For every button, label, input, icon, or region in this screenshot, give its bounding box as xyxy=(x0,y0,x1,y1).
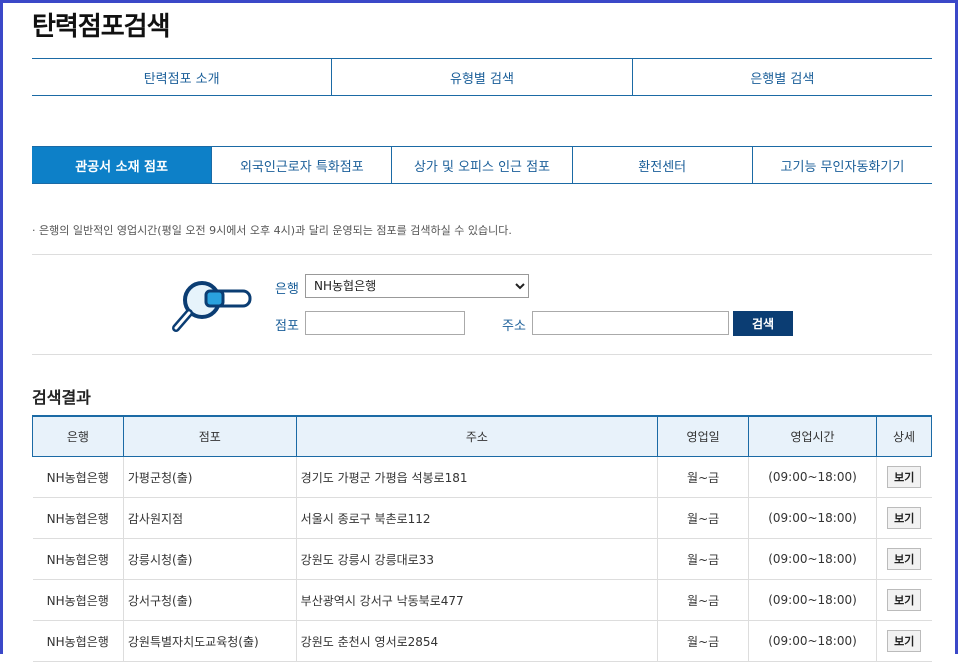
tab-exchange-center[interactable]: 환전센터 xyxy=(573,147,753,183)
col-header-hours: 영업시간 xyxy=(748,415,877,457)
top-nav: 탄력점포 소개 유형별 검색 은행별 검색 xyxy=(32,58,932,96)
tab-advanced-atm[interactable]: 고기능 무인자동화기기 xyxy=(753,147,932,183)
cell-hours: (09:00~18:00) xyxy=(748,538,877,580)
tab-foreign-worker[interactable]: 외국인근로자 특화점포 xyxy=(212,147,393,183)
cell-bank: NH농협은행 xyxy=(32,620,124,662)
cell-branch: 감사원지점 xyxy=(122,497,297,539)
col-header-detail: 상세 xyxy=(876,415,932,457)
cell-detail: 보기 xyxy=(876,579,932,621)
cell-days: 월~금 xyxy=(657,620,749,662)
topnav-bank-search[interactable]: 은행별 검색 xyxy=(633,59,932,95)
cell-branch: 강릉시청(출) xyxy=(122,538,297,580)
type-tabs: 관공서 소재 점포 외국인근로자 특화점포 상가 및 오피스 인근 점포 환전센… xyxy=(32,146,932,184)
branch-label: 점포 xyxy=(275,319,299,334)
cell-bank: NH농협은행 xyxy=(32,497,124,539)
cell-bank: NH농협은행 xyxy=(32,579,124,621)
divider xyxy=(32,254,932,255)
topnav-intro[interactable]: 탄력점포 소개 xyxy=(32,59,333,95)
bank-label: 은행 xyxy=(275,282,299,297)
cell-detail: 보기 xyxy=(876,456,932,498)
cell-hours: (09:00~18:00) xyxy=(748,620,877,662)
cell-detail: 보기 xyxy=(876,538,932,580)
table-row: NH농협은행 강서구청(출) 부산광역시 강서구 낙동북로477 월~금 (09… xyxy=(32,579,932,621)
address-input[interactable] xyxy=(532,311,729,335)
table-header-row: 은행 점포 주소 영업일 영업시간 상세 xyxy=(32,415,932,457)
table-row: NH농협은행 감사원지점 서울시 종로구 북촌로112 월~금 (09:00~1… xyxy=(32,497,932,539)
view-button[interactable]: 보기 xyxy=(887,548,922,570)
tab-government-office[interactable]: 관공서 소재 점포 xyxy=(32,147,213,183)
cell-branch: 가평군청(출) xyxy=(122,456,297,498)
search-button[interactable]: 검색 xyxy=(733,311,793,336)
address-label: 주소 xyxy=(502,319,526,334)
col-header-branch: 점포 xyxy=(122,415,297,457)
col-header-days: 영업일 xyxy=(657,415,750,457)
table-row: NH농협은행 강원특별자치도교육청(출) 강원도 춘천시 영서로2854 월~금… xyxy=(32,620,932,662)
cell-address: 경기도 가평군 가평읍 석봉로181 xyxy=(295,456,658,498)
cell-address: 강원도 강릉시 강릉대로33 xyxy=(295,538,658,580)
magnifier-card-icon xyxy=(168,272,252,336)
cell-branch: 강원특별자치도교육청(출) xyxy=(122,620,297,662)
branch-input[interactable] xyxy=(305,311,465,335)
cell-address: 부산광역시 강서구 낙동북로477 xyxy=(295,579,658,621)
cell-bank: NH농협은행 xyxy=(32,456,124,498)
cell-hours: (09:00~18:00) xyxy=(748,456,877,498)
view-button[interactable]: 보기 xyxy=(887,630,922,652)
table-row: NH농협은행 가평군청(출) 경기도 가평군 가평읍 석봉로181 월~금 (0… xyxy=(32,456,932,498)
cell-bank: NH농협은행 xyxy=(32,538,124,580)
tab-commercial-office[interactable]: 상가 및 오피스 인근 점포 xyxy=(392,147,573,183)
cell-days: 월~금 xyxy=(657,579,749,621)
view-button[interactable]: 보기 xyxy=(887,589,922,611)
col-header-address: 주소 xyxy=(295,415,659,457)
cell-days: 월~금 xyxy=(657,497,749,539)
view-button[interactable]: 보기 xyxy=(887,466,922,488)
search-notice: · 은행의 일반적인 영업시간(평일 오전 9시에서 오후 4시)과 달리 운영… xyxy=(32,224,512,237)
cell-detail: 보기 xyxy=(876,497,932,539)
cell-hours: (09:00~18:00) xyxy=(748,579,877,621)
view-button[interactable]: 보기 xyxy=(887,507,922,529)
cell-branch: 강서구청(출) xyxy=(122,579,297,621)
col-header-bank: 은행 xyxy=(32,415,124,457)
topnav-type-search[interactable]: 유형별 검색 xyxy=(332,59,633,95)
page-title: 탄력점포검색 xyxy=(32,12,171,42)
cell-hours: (09:00~18:00) xyxy=(748,497,877,539)
cell-detail: 보기 xyxy=(876,620,932,662)
cell-address: 서울시 종로구 북촌로112 xyxy=(295,497,658,539)
results-title: 검색결과 xyxy=(32,388,91,407)
bank-select[interactable]: NH농협은행 xyxy=(305,274,529,298)
cell-days: 월~금 xyxy=(657,538,749,580)
results-table: 은행 점포 주소 영업일 영업시간 상세 NH농협은행 가평군청(출) 경기도 … xyxy=(32,415,932,662)
divider xyxy=(32,354,932,355)
cell-days: 월~금 xyxy=(657,456,749,498)
cell-address: 강원도 춘천시 영서로2854 xyxy=(295,620,658,662)
table-row: NH농협은행 강릉시청(출) 강원도 강릉시 강릉대로33 월~금 (09:00… xyxy=(32,538,932,580)
